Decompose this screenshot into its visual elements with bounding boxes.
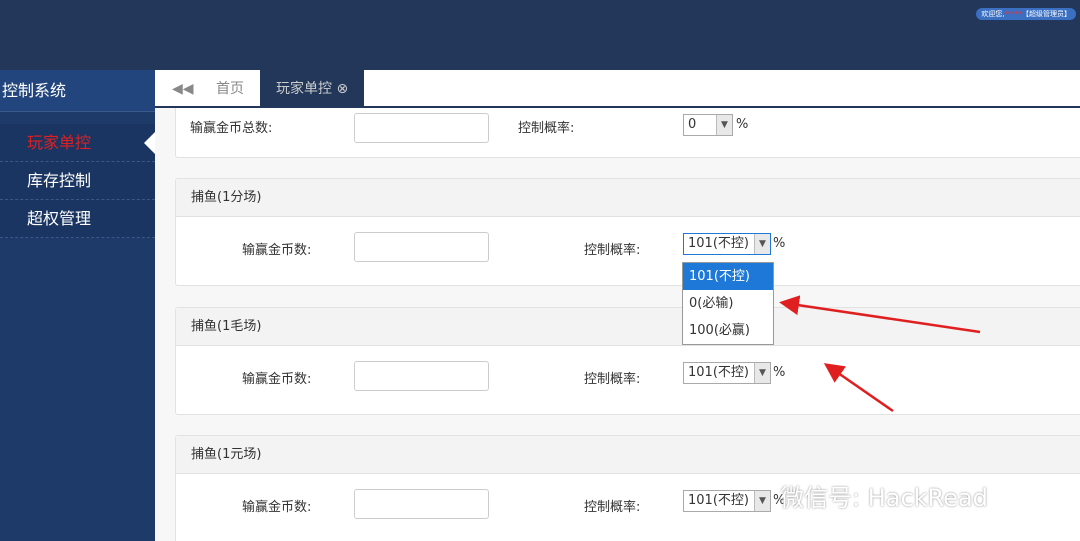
red-arrow-icon (779, 295, 981, 334)
red-arrow-icon (823, 363, 894, 413)
annotation-arrows (779, 295, 981, 413)
